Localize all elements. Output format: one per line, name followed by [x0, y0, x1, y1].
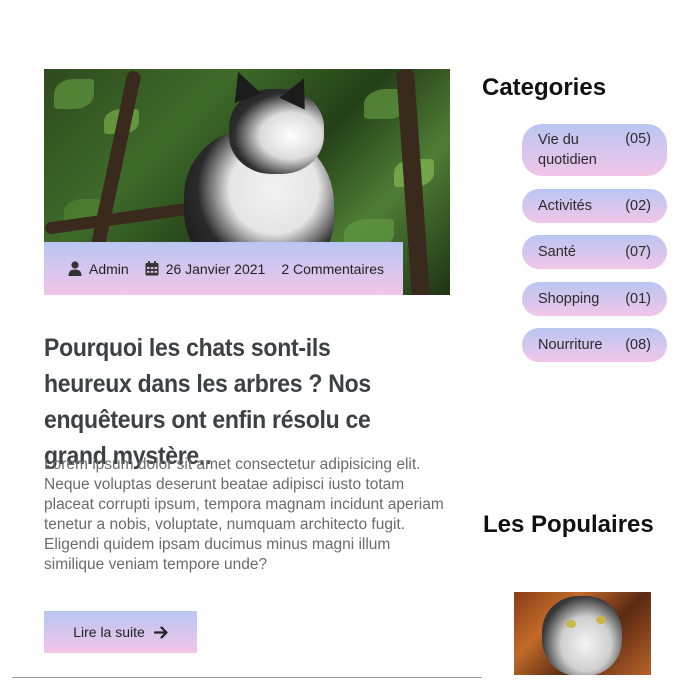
category-name: Shopping: [538, 291, 600, 307]
category-vie-du-quotidien[interactable]: Vie du quotidien (05): [522, 124, 667, 176]
category-count: (05): [625, 131, 651, 147]
category-name: Santé: [538, 244, 576, 260]
popular-heading: Les Populaires: [483, 511, 654, 538]
post-comments-label: 2 Commentaires: [281, 260, 385, 277]
category-count: (07): [625, 244, 651, 260]
read-more-label: Lire la suite: [73, 624, 145, 640]
post-excerpt: Lorem ipsum dolor sit amet consectetur a…: [44, 456, 444, 573]
arrow-right-icon: [153, 625, 168, 639]
category-shopping[interactable]: Shopping (01): [522, 282, 667, 316]
category-count: (02): [625, 198, 651, 214]
calendar-icon: [145, 261, 159, 276]
post-date: 26 Janvier 2021: [145, 260, 266, 277]
user-icon: [68, 261, 82, 276]
category-sante[interactable]: Santé (07): [522, 235, 667, 269]
content-divider: [12, 677, 482, 678]
category-nourriture[interactable]: Nourriture (08): [522, 328, 667, 362]
post-comments-link[interactable]: 2 Commentaires: [281, 261, 384, 277]
category-name: Activités: [538, 198, 592, 214]
category-name: Nourriture: [538, 337, 603, 353]
category-activites[interactable]: Activités (02): [522, 189, 667, 223]
categories-heading: Categories: [482, 74, 607, 101]
category-name: Vie du quotidien: [538, 132, 597, 168]
category-count: (08): [625, 337, 651, 353]
read-more-button[interactable]: Lire la suite: [44, 611, 197, 653]
popular-post-thumbnail[interactable]: [514, 592, 651, 675]
post-title[interactable]: Pourquoi les chats sont-ils heureux dans…: [44, 330, 421, 474]
post-meta-bar: Admin 26 Janvier 2021 2 Commentaires: [44, 242, 403, 295]
post-date-label: 26 Janvier 2021: [165, 260, 266, 277]
post-author[interactable]: Admin: [68, 261, 129, 277]
category-count: (01): [625, 291, 651, 307]
post-author-label: Admin: [89, 260, 129, 277]
